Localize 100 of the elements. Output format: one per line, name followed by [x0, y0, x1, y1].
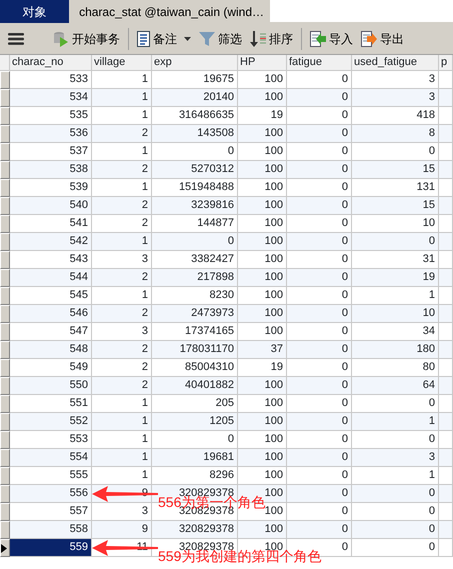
table-cell: 100 [238, 305, 287, 323]
table-cell: 2 [92, 377, 152, 395]
table-cell: 552 [10, 413, 92, 431]
table-cell: 0 [287, 341, 352, 359]
table-cell: 19681 [152, 449, 238, 467]
filter-button[interactable]: 筛选 [196, 28, 245, 50]
document-icon [137, 30, 150, 46]
table-cell: 8 [352, 125, 439, 143]
table-cell: 538 [10, 161, 92, 179]
table-cell: 100 [238, 233, 287, 251]
menu-icon[interactable] [8, 32, 24, 44]
table-cell: 100 [238, 161, 287, 179]
table-cell: 100 [238, 269, 287, 287]
table-cell: 554 [10, 449, 92, 467]
tab[interactable]: 对象 [0, 0, 69, 23]
table-cell: 559 [10, 539, 92, 557]
table-cell: 40401882 [152, 377, 238, 395]
table-cell: 558 [10, 521, 92, 539]
table-cell: 1205 [152, 413, 238, 431]
table-cell: 100 [238, 413, 287, 431]
funnel-icon [199, 30, 215, 46]
table-cell: 0 [287, 269, 352, 287]
row-header[interactable] [0, 539, 10, 557]
table-cell: 100 [238, 449, 287, 467]
table-cell: 550 [10, 377, 92, 395]
table-cell: 0 [152, 233, 238, 251]
column-header[interactable]: HP [238, 55, 287, 71]
table-cell: 556 [10, 485, 92, 503]
table-cell: 64 [352, 377, 439, 395]
table-cell: 100 [238, 377, 287, 395]
table-cell: 180 [352, 341, 439, 359]
table-cell [439, 269, 453, 287]
table-cell [439, 413, 453, 431]
table-cell [439, 197, 453, 215]
table-cell: 2 [92, 341, 152, 359]
table-cell [439, 449, 453, 467]
table-cell [439, 125, 453, 143]
sort-icon [250, 30, 266, 46]
table-cell: 15 [352, 197, 439, 215]
table-cell: 9 [92, 521, 152, 539]
table-cell: 0 [287, 161, 352, 179]
table-cell: 2 [92, 125, 152, 143]
table-cell: 0 [287, 485, 352, 503]
table-cell: 2 [92, 269, 152, 287]
table-cell: 5270312 [152, 161, 238, 179]
table-cell: 0 [287, 233, 352, 251]
table-cell [439, 377, 453, 395]
table-cell: 37 [238, 341, 287, 359]
table-cell: 143508 [152, 125, 238, 143]
table-cell: 534 [10, 89, 92, 107]
table-cell [439, 305, 453, 323]
table-cell: 320829378 [152, 521, 238, 539]
sort-button[interactable]: 排序 [247, 28, 296, 50]
import-icon [310, 30, 326, 46]
table-cell: 0 [287, 377, 352, 395]
table-cell: 1 [352, 413, 439, 431]
database-play-icon [53, 30, 69, 46]
table-cell [439, 521, 453, 539]
column-header[interactable]: exp [152, 55, 238, 71]
column-header[interactable]: village [92, 55, 152, 71]
table-cell: 3239816 [152, 197, 238, 215]
table-cell: 1 [92, 89, 152, 107]
note-button[interactable]: 备注 [134, 28, 194, 50]
table-cell: 217898 [152, 269, 238, 287]
import-button[interactable]: 导入 [307, 28, 356, 50]
column-header[interactable]: fatigue [287, 55, 352, 71]
table-cell [439, 233, 453, 251]
table-cell [439, 485, 453, 503]
table-cell: 3 [352, 89, 439, 107]
table-cell: 10 [352, 305, 439, 323]
table-cell [439, 539, 453, 557]
table-cell: 0 [287, 449, 352, 467]
table-cell: 0 [352, 233, 439, 251]
annotation-text: 559为我创建的第四个角色 [158, 549, 322, 563]
table-cell [439, 89, 453, 107]
table-cell: 3 [352, 449, 439, 467]
export-icon [361, 30, 377, 46]
table-cell: 2473973 [152, 305, 238, 323]
column-header[interactable]: charac_no [10, 55, 92, 71]
table-cell: 0 [287, 89, 352, 107]
table-cell [439, 341, 453, 359]
table-cell: 544 [10, 269, 92, 287]
table-cell: 2 [92, 161, 152, 179]
export-button[interactable]: 导出 [358, 28, 407, 50]
transaction-button[interactable]: 开始事务 [50, 28, 123, 50]
table-cell: 540 [10, 197, 92, 215]
table-cell: 20140 [152, 89, 238, 107]
caret-icon[interactable] [184, 36, 191, 40]
arrow [92, 486, 158, 502]
tab[interactable]: charac_stat @taiwan_cain (wind… [69, 0, 270, 23]
table-cell: 1 [92, 233, 152, 251]
column-header[interactable]: p [439, 55, 453, 71]
table-cell: 100 [238, 125, 287, 143]
column-header[interactable]: used_fatigue [352, 55, 439, 71]
table-cell: 0 [352, 521, 439, 539]
table-cell: 100 [238, 197, 287, 215]
arrow [92, 540, 158, 556]
table-cell: 542 [10, 233, 92, 251]
table-cell: 100 [238, 521, 287, 539]
table-cell: 536 [10, 125, 92, 143]
